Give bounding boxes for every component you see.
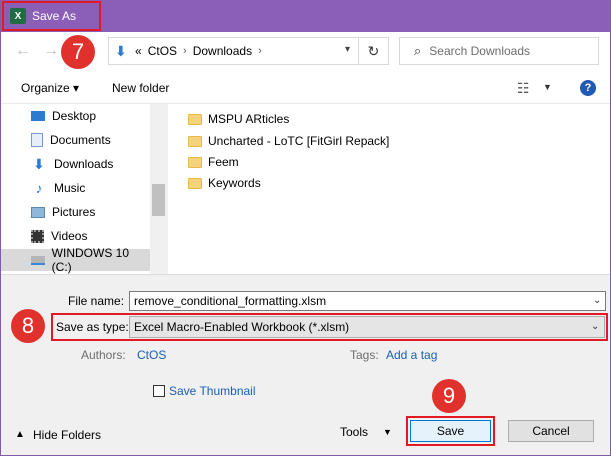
scroll-thumb[interactable] [152, 184, 165, 216]
chevron-down-icon[interactable]: ▼ [543, 82, 552, 92]
chevron-down-icon[interactable]: ▼ [383, 427, 392, 437]
help-icon[interactable]: ? [580, 80, 596, 96]
chevron-down-icon[interactable]: ▾ [345, 44, 350, 55]
add-tag-link[interactable]: Add a tag [386, 348, 437, 362]
search-placeholder: Search Downloads [429, 44, 531, 58]
address-segment-ctos[interactable]: CtOS [148, 44, 177, 58]
folder-icon [188, 156, 202, 168]
sidebar-item-pictures[interactable]: Pictures [31, 201, 95, 223]
new-folder-button[interactable]: New folder [112, 81, 169, 95]
videos-icon [31, 229, 44, 243]
file-name: Keywords [208, 176, 261, 190]
toolbar: Organize ▾ New folder ☷ ▼ ? [1, 72, 610, 104]
list-item[interactable]: Uncharted - LoTC [FitGirl Repack] [188, 131, 389, 151]
search-icon: ⌕ [414, 43, 422, 58]
step-badge-8: 8 [11, 309, 45, 343]
desktop-icon [31, 111, 45, 121]
list-item[interactable]: MSPU ARticles [188, 109, 289, 129]
save-thumbnail-checkbox[interactable] [153, 385, 165, 397]
list-item[interactable]: Keywords [188, 173, 261, 193]
file-name-label: File name: [68, 294, 125, 308]
sidebar-item-documents[interactable]: Documents [31, 129, 111, 151]
folder-icon [188, 113, 202, 125]
folder-icon [188, 135, 202, 147]
download-arrow-icon: ⬇ [115, 42, 127, 59]
search-input[interactable]: ⌕ Search Downloads [399, 37, 599, 65]
downloads-icon: ⬇ [33, 155, 45, 172]
view-options-icon[interactable]: ☷ [517, 80, 530, 97]
sidebar-item-videos[interactable]: Videos [31, 225, 87, 247]
chevron-right-icon[interactable]: › [258, 45, 262, 57]
file-name: Feem [208, 155, 239, 169]
pictures-icon [31, 206, 45, 218]
excel-icon: X [10, 8, 26, 24]
tags-label: Tags: [350, 348, 379, 362]
save-as-type-label: Save as type: [56, 320, 129, 334]
address-overflow[interactable]: « [135, 44, 142, 58]
chevron-right-icon[interactable]: › [183, 45, 187, 57]
navigation-pane: Desktop Documents ⬇ Downloads ♪ Music Pi… [1, 104, 167, 274]
address-bar[interactable]: ⬇ « CtOS › Downloads › ▾ ↻ [108, 37, 389, 65]
sidebar-item-label: Documents [50, 133, 111, 147]
authors-value[interactable]: CtOS [137, 348, 166, 362]
title-highlight: X Save As [2, 1, 101, 31]
sidebar-item-downloads[interactable]: ⬇ Downloads [31, 153, 113, 175]
tools-button[interactable]: Tools [340, 425, 368, 439]
sidebar-item-label: Desktop [52, 109, 97, 123]
chevron-up-icon[interactable]: ▲ [15, 429, 25, 440]
sidebar-item-label: Downloads [54, 157, 114, 171]
address-segment-downloads[interactable]: Downloads [193, 44, 252, 58]
file-name: Uncharted - LoTC [FitGirl Repack] [208, 134, 390, 148]
chevron-down-icon[interactable]: ⌄ [593, 295, 601, 306]
file-name-field[interactable]: remove_conditional_formatting.xlsm [129, 291, 606, 311]
sidebar-item-label: Videos [51, 229, 88, 243]
back-arrow-icon[interactable]: ← [15, 42, 31, 60]
save-button[interactable]: Save [410, 420, 491, 442]
folder-icon [188, 177, 202, 189]
sidebar-item-label: WINDOWS 10 (C:) [51, 246, 130, 274]
music-icon: ♪ [35, 180, 43, 196]
title-bar: X Save As [1, 0, 610, 32]
chevron-down-icon[interactable]: ⌄ [591, 321, 599, 332]
save-thumbnail-label[interactable]: Save Thumbnail [169, 384, 256, 398]
step-badge-7: 7 [61, 35, 95, 69]
cancel-button[interactable]: Cancel [508, 420, 594, 442]
sidebar-item-windows-drive[interactable]: WINDOWS 10 (C:) [1, 246, 150, 274]
hide-folders-button[interactable]: Hide Folders [33, 428, 101, 442]
sidebar-item-label: Pictures [52, 205, 96, 219]
navigation-scrollbar[interactable] [150, 104, 167, 274]
authors-label: Authors: [81, 348, 126, 362]
sidebar-item-label: Music [54, 181, 86, 195]
refresh-icon[interactable]: ↻ [358, 38, 388, 64]
window-title: Save As [32, 9, 77, 23]
sidebar-item-music[interactable]: ♪ Music [31, 177, 86, 199]
drive-icon [31, 255, 45, 265]
documents-icon [31, 133, 43, 147]
save-as-type-select[interactable]: Excel Macro-Enabled Workbook (*.xlsm) [129, 316, 605, 338]
save-options: File name: remove_conditional_formatting… [1, 274, 610, 455]
sidebar-item-desktop[interactable]: Desktop [31, 105, 96, 127]
organize-button[interactable]: Organize ▾ [21, 81, 79, 95]
forward-arrow-icon[interactable]: → [43, 42, 59, 60]
step-badge-9: 9 [432, 379, 466, 413]
list-item[interactable]: Feem [188, 152, 239, 172]
file-name: MSPU ARticles [208, 112, 290, 126]
file-list: MSPU ARticles Uncharted - LoTC [FitGirl … [168, 104, 610, 274]
save-as-dialog: X Save As ← → ⬇ « CtOS › Downloads › ▾ ↻… [0, 0, 611, 456]
